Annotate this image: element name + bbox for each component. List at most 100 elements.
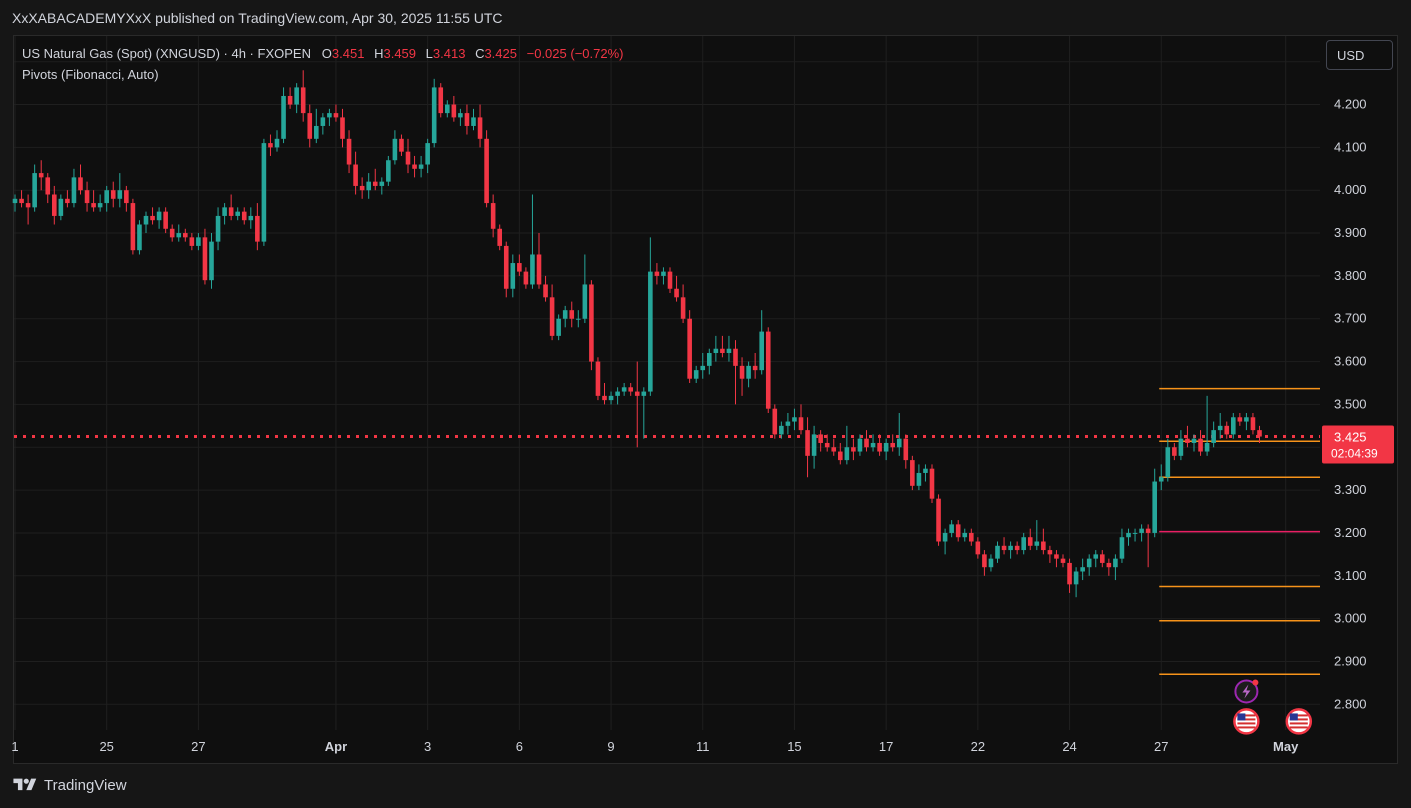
candle-body [150,215,155,221]
candle-body [1067,562,1072,585]
candle [687,310,692,383]
candle-body [1086,558,1092,568]
candle [811,425,817,469]
candle [785,412,791,435]
candle [1224,421,1230,439]
candle [851,438,856,461]
candle [156,207,162,229]
candle-body [602,395,607,401]
y-tick-label: 2.900 [1334,653,1367,668]
candle [84,181,90,212]
candle-body [484,138,489,204]
candle [464,104,470,135]
y-tick-label: 3.600 [1334,354,1367,369]
candle-body [1100,554,1105,563]
candle-body [209,241,214,281]
candle-body [949,524,954,533]
candle [353,151,358,195]
indicator-legend[interactable]: Pivots (Fibonacci, Auto) [22,67,159,82]
price-tag: 3.425 02:04:39 [1322,425,1394,464]
footer-logo[interactable]: TradingView [12,776,127,794]
candle-body [720,348,725,354]
candle [110,181,116,208]
candle-body [294,87,299,105]
candle [399,134,404,156]
candle [962,528,968,542]
candle [988,554,994,572]
x-tick-label: 9 [607,739,614,754]
candle [425,138,430,174]
candle-body [359,185,365,191]
candle-body [693,370,699,379]
candle [523,267,529,289]
candle [1152,468,1157,538]
x-tick-label: 27 [1154,739,1168,754]
price-tag-countdown: 02:04:39 [1331,447,1378,461]
candle [91,190,96,212]
candle-body [300,87,306,114]
candle [503,241,509,298]
candle [392,130,398,165]
candle [451,95,457,122]
price-chart[interactable]: 4.3004.2004.1004.0003.9003.8003.7003.600… [0,0,1411,808]
price-tag-value: 3.425 [1334,430,1367,445]
candle-body [1008,545,1013,551]
candle-body [969,532,974,542]
currency-button[interactable]: USD [1326,40,1393,70]
candle-body [1132,532,1138,534]
candle-body [399,138,404,152]
candle [32,164,37,212]
candle [438,83,444,118]
candle [765,327,771,413]
candle [130,198,136,255]
candle [680,284,686,324]
x-tick-label: May [1273,739,1299,754]
candle [366,173,371,199]
y-tick-label: 2.800 [1334,696,1367,711]
candle-body [536,254,542,285]
candle-body [255,215,260,242]
candle-body [392,138,398,161]
flag-canton [1289,713,1298,721]
footer-brand: TradingView [44,776,127,794]
candle [78,164,83,195]
candle [661,267,666,285]
candle [327,108,332,126]
candle [648,237,653,396]
candle-body [628,387,633,392]
candle [759,310,764,375]
candle [1145,524,1151,568]
candle-body [32,173,37,208]
candle-body [648,271,653,392]
candle-body [84,190,90,204]
candle-body [1185,438,1190,443]
candle [1237,412,1243,426]
candle-body [268,143,273,148]
candle-body [1178,438,1184,456]
candle [621,383,627,396]
candle [844,425,850,465]
y-tick-label: 3.000 [1334,611,1367,626]
candle-body [877,442,882,452]
candle-body [772,408,778,435]
candle [268,134,273,156]
y-tick-label: 4.200 [1334,97,1367,112]
candle-body [543,284,548,298]
candle-body [117,190,123,199]
candle-body [143,215,149,225]
candle [405,138,411,174]
candle [340,108,345,148]
y-tick-label: 3.300 [1334,482,1367,497]
candle [431,78,437,148]
candle [602,383,607,405]
candle [209,233,214,289]
candle-body [903,438,909,461]
candle [458,108,463,126]
candle [1060,554,1066,568]
x-tick-label: 1 [11,739,18,754]
candle-body [228,207,234,216]
symbol-title[interactable]: US Natural Gas (Spot) (XNGUSD) · 4h · FX… [22,46,311,61]
candle-body [713,348,719,354]
candle-body [680,297,686,319]
flag-stripe [1289,726,1308,729]
